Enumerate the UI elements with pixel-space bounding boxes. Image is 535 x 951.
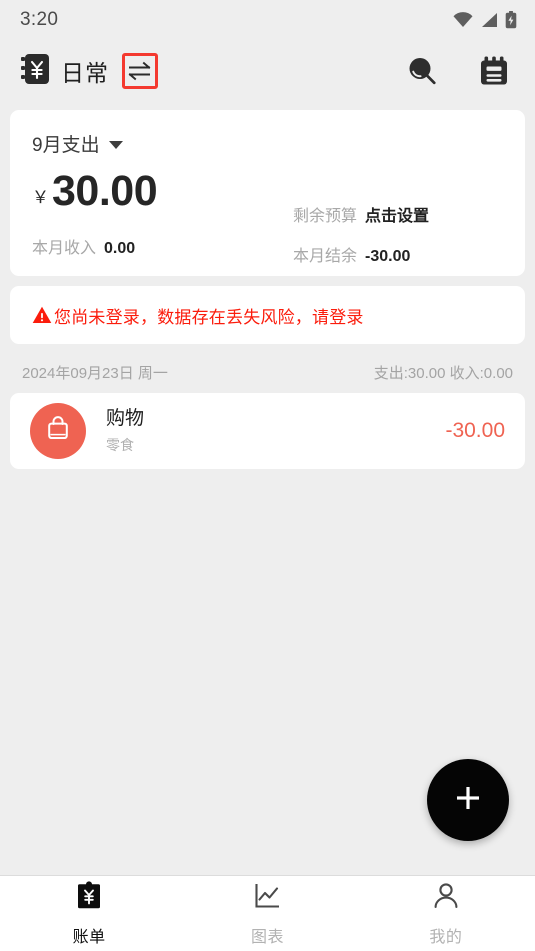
income-value: 0.00 bbox=[104, 240, 136, 257]
transaction-amount: -30.00 bbox=[445, 419, 505, 442]
day-group-totals: 支出:30.00 收入:0.00 bbox=[373, 365, 513, 382]
signal-icon bbox=[480, 12, 498, 28]
balance-label: 本月结余 bbox=[293, 248, 358, 265]
login-warning-banner[interactable]: 您尚未登录，数据存在丢失风险，请登录 bbox=[10, 286, 525, 344]
wifi-icon bbox=[453, 12, 473, 28]
status-time: 3:20 bbox=[20, 9, 59, 30]
nav-label-charts: 图表 bbox=[250, 928, 284, 946]
income-label: 本月收入 bbox=[32, 240, 97, 257]
currency-symbol: ￥ bbox=[32, 188, 49, 207]
app-bar: 日常 bbox=[0, 40, 535, 102]
summary-stats-right: 剩余预算 点击设置 本月结余 -30.00 bbox=[293, 202, 503, 282]
login-warning-text: 您尚未登录，数据存在丢失风险，请登录 bbox=[54, 307, 364, 327]
app-bar-left: 日常 bbox=[20, 53, 158, 90]
nav-item-bills[interactable]: 账单 bbox=[0, 876, 178, 951]
status-icons bbox=[453, 11, 517, 29]
battery-charging-icon bbox=[505, 11, 517, 29]
shopping-bag-icon bbox=[44, 415, 72, 448]
budget-label: 剩余预算 bbox=[293, 208, 358, 225]
bottom-navigation: 账单 图表 我的 bbox=[0, 875, 535, 951]
budget-value[interactable]: 点击设置 bbox=[365, 202, 429, 226]
calendar-note-icon[interactable] bbox=[477, 54, 511, 88]
plus-icon bbox=[451, 781, 485, 820]
person-icon bbox=[431, 881, 461, 916]
ledger-yen-icon[interactable] bbox=[20, 53, 50, 90]
income-row: 本月收入 0.00 bbox=[32, 234, 135, 258]
transaction-title: 购物 bbox=[106, 408, 145, 430]
nav-label-profile: 我的 bbox=[429, 928, 463, 946]
chart-line-icon bbox=[252, 881, 282, 916]
transaction-category-avatar bbox=[30, 403, 86, 459]
expense-amount-value: 30.00 bbox=[52, 167, 158, 215]
main-content: 9月支出 ￥ 30.00 剩余预算 点击设置 本月结余 -30.00 本月收入 … bbox=[0, 110, 535, 469]
nav-label-bills: 账单 bbox=[72, 928, 106, 946]
swap-arrows-icon[interactable] bbox=[122, 53, 158, 89]
month-selector-label: 9月支出 bbox=[32, 135, 100, 156]
month-selector[interactable]: 9月支出 bbox=[32, 130, 123, 157]
transaction-text: 购物 零食 bbox=[106, 407, 445, 455]
summary-card: 9月支出 ￥ 30.00 剩余预算 点击设置 本月结余 -30.00 本月收入 … bbox=[10, 110, 525, 276]
balance-row: 本月结余 -30.00 bbox=[293, 242, 503, 266]
add-record-button[interactable] bbox=[427, 759, 509, 841]
bill-clipboard-icon bbox=[75, 880, 103, 916]
chevron-down-icon bbox=[108, 141, 123, 149]
day-group-header: 2024年09月23日 周一 支出:30.00 收入:0.00 bbox=[10, 344, 525, 393]
nav-item-profile[interactable]: 我的 bbox=[357, 876, 535, 951]
warning-triangle-icon bbox=[32, 306, 52, 324]
app-bar-right bbox=[405, 54, 515, 88]
nav-item-charts[interactable]: 图表 bbox=[178, 876, 356, 951]
budget-row[interactable]: 剩余预算 点击设置 bbox=[293, 202, 503, 226]
search-icon[interactable] bbox=[405, 54, 439, 88]
status-bar: 3:20 bbox=[0, 0, 535, 40]
transaction-subtitle: 零食 bbox=[106, 436, 134, 453]
page-title: 日常 bbox=[61, 60, 109, 86]
day-group-date: 2024年09月23日 周一 bbox=[22, 365, 168, 382]
transaction-row[interactable]: 购物 零食 -30.00 bbox=[10, 393, 525, 469]
balance-value: -30.00 bbox=[365, 248, 411, 265]
